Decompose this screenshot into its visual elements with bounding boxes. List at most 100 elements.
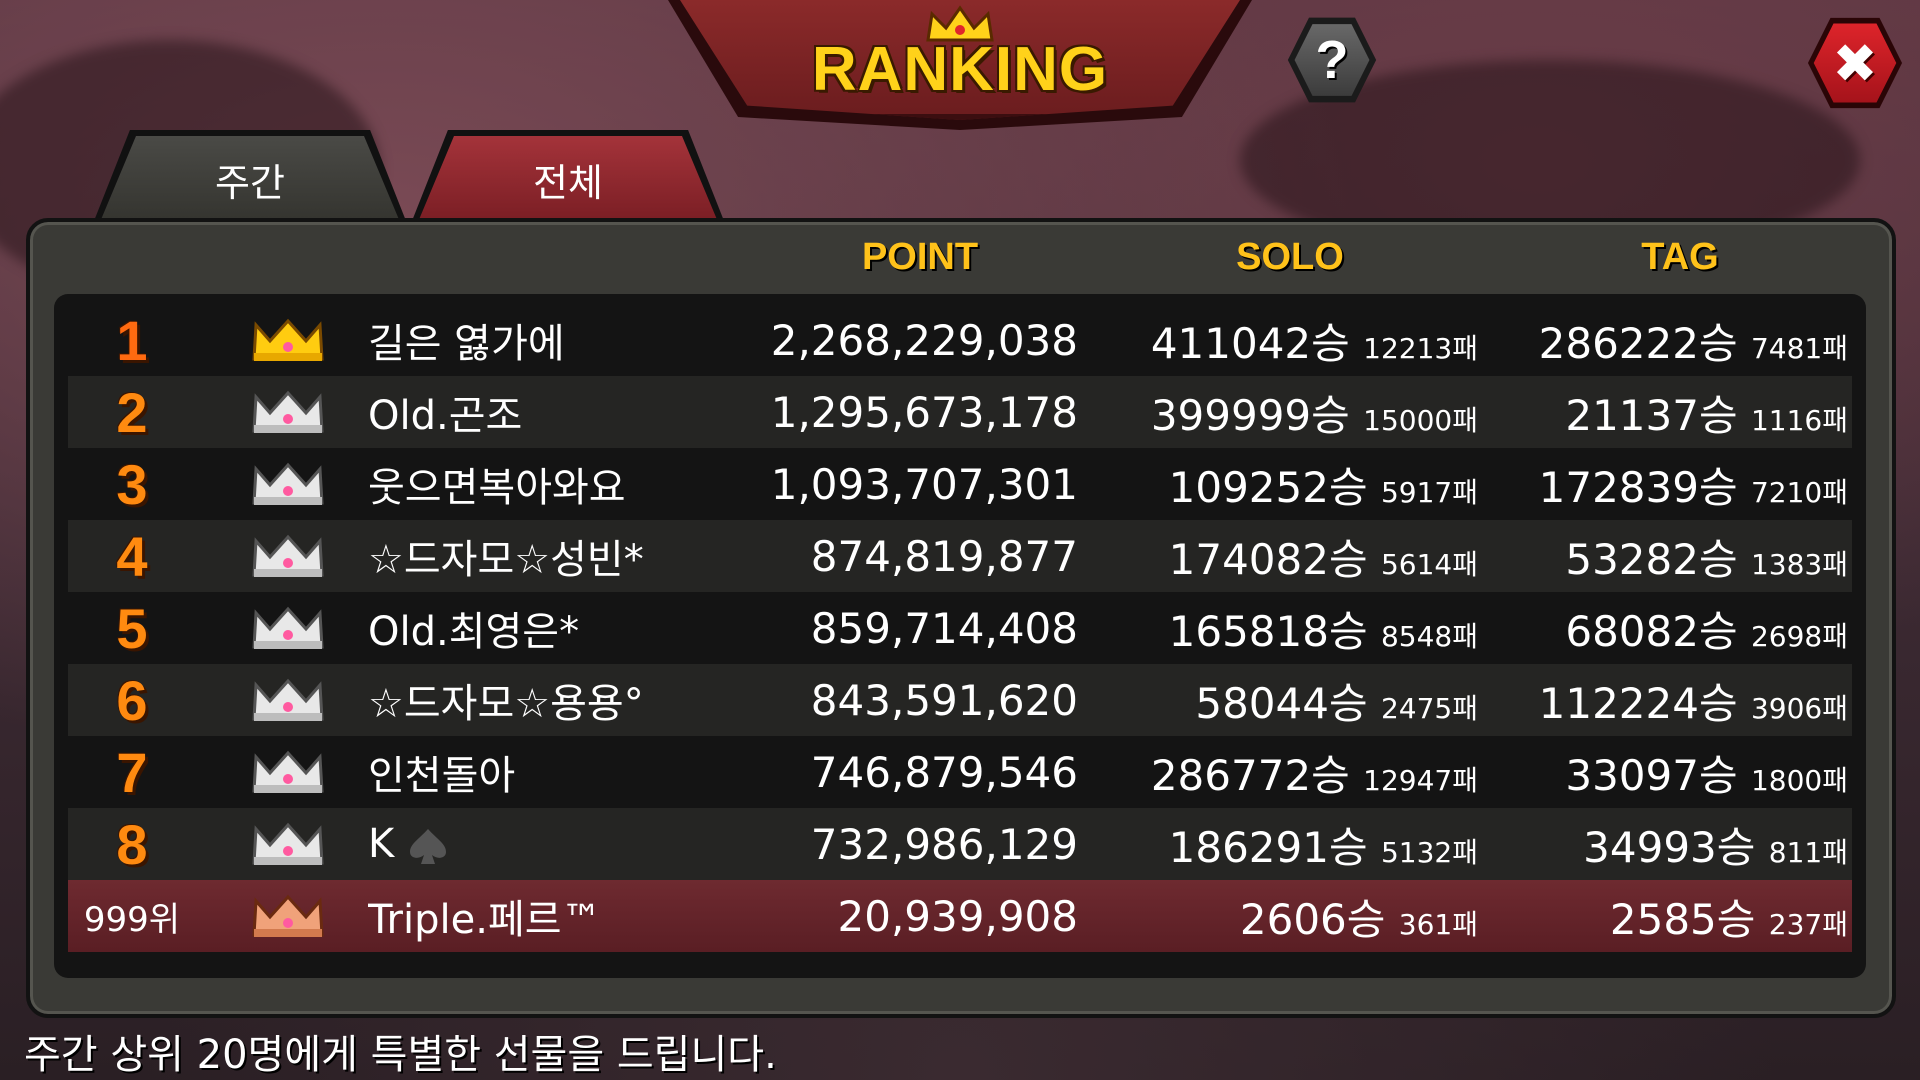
tag-record: 34993승 811패 [1478, 814, 1848, 875]
player-name: 길은 엻가에 [368, 321, 565, 367]
tag-wins: 34993승 [1583, 822, 1756, 872]
solo-wins: 286772승 [1150, 750, 1350, 800]
solo-record: 174082승 5614패 [1078, 526, 1478, 587]
solo-record: 58044승 2475패 [1078, 670, 1478, 731]
tag-record: 112224승 3906패 [1478, 670, 1848, 731]
silver-crown-icon [252, 750, 324, 793]
column-header-point: POINT [861, 236, 979, 278]
rank-number: 3 [116, 452, 148, 516]
player-name: K [368, 821, 728, 867]
player-name-text: K [368, 821, 395, 867]
rank-number: 4 [116, 524, 148, 588]
table-row[interactable]: 2 Old.곤조 1,295,673,178 399999승 15000패 21… [68, 376, 1852, 448]
solo-record: 186291승 5132패 [1078, 814, 1478, 875]
rank-number: 7 [116, 740, 148, 804]
table-row[interactable]: 3 웃으면복아와요 1,093,707,301 109252승 5917패 17… [68, 448, 1852, 520]
silver-crown-icon [252, 822, 324, 865]
point-value: 843,591,620 [810, 675, 1078, 725]
question-icon: ? [1294, 24, 1370, 96]
point-value: 1,093,707,301 [770, 459, 1078, 509]
solo-losses: 361패 [1398, 907, 1478, 941]
table-row[interactable]: 7 인천돌아 746,879,546 286772승 12947패 33097승… [68, 736, 1852, 808]
point-value: 2,268,229,038 [770, 315, 1078, 365]
solo-record: 165818승 8548패 [1078, 598, 1478, 659]
my-player-name: Triple.페르™ [368, 897, 602, 943]
player-name: ☆드자모☆용용° [368, 681, 644, 727]
tab-weekly[interactable]: 주간 [100, 136, 400, 222]
table-row[interactable]: 8 K 732,986,129 186291승 5132패 34993승 811… [68, 808, 1852, 880]
tag-wins: 68082승 [1565, 606, 1738, 656]
table-row[interactable]: 4 ☆드자모☆성빈* 874,819,877 174082승 5614패 532… [68, 520, 1852, 592]
tag-record: 33097승 1800패 [1478, 742, 1848, 803]
solo-losses: 12213패 [1363, 331, 1478, 365]
tag-record: 286222승 7481패 [1478, 310, 1848, 371]
tag-record: 172839승 7210패 [1478, 454, 1848, 515]
tag-losses: 811패 [1768, 835, 1848, 869]
tag-wins: 112224승 [1538, 678, 1738, 728]
tag-wins: 2585승 [1609, 894, 1756, 944]
solo-wins: 186291승 [1168, 822, 1368, 872]
tag-losses: 2698패 [1750, 619, 1848, 653]
my-point-value: 20,939,908 [837, 891, 1078, 941]
point-value: 732,986,129 [810, 819, 1078, 869]
my-solo-record: 2606승 361패 [1078, 886, 1478, 947]
tag-losses: 1800패 [1750, 763, 1848, 797]
tag-wins: 21137승 [1565, 390, 1738, 440]
point-value: 746,879,546 [810, 747, 1078, 797]
point-value: 874,819,877 [810, 531, 1078, 581]
tab-all[interactable]: 전체 [418, 136, 718, 222]
spade-icon [410, 829, 447, 864]
page-title: RANKING [811, 35, 1109, 104]
silver-crown-icon [252, 390, 324, 433]
solo-record: 399999승 15000패 [1078, 382, 1478, 443]
solo-wins: 174082승 [1168, 534, 1368, 584]
ranking-table: 1 길은 엻가에 2,268,229,038 411042승 12213패 28… [54, 294, 1866, 978]
solo-losses: 5917패 [1380, 475, 1478, 509]
solo-wins: 58044승 [1195, 678, 1368, 728]
solo-wins: 399999승 [1150, 390, 1350, 440]
table-row[interactable]: 1 길은 엻가에 2,268,229,038 411042승 12213패 28… [68, 304, 1852, 376]
solo-wins: 109252승 [1168, 462, 1368, 512]
player-name: ☆드자모☆성빈* [368, 537, 644, 583]
table-row[interactable]: 5 Old.최영은* 859,714,408 165818승 8548패 680… [68, 592, 1852, 664]
my-rank-row[interactable]: 999위 Triple.페르™ 20,939,908 2606승 361패 25… [68, 880, 1852, 952]
solo-losses: 15000패 [1363, 403, 1478, 437]
tag-record: 21137승 1116패 [1478, 382, 1848, 443]
tag-wins: 53282승 [1565, 534, 1738, 584]
solo-wins: 2606승 [1239, 894, 1386, 944]
solo-losses: 5614패 [1380, 547, 1478, 581]
tag-losses: 3906패 [1750, 691, 1848, 725]
solo-losses: 12947패 [1363, 763, 1478, 797]
gold-crown-icon [252, 318, 324, 361]
tag-wins: 286222승 [1538, 318, 1738, 368]
bronze-crown-icon [252, 894, 324, 937]
tag-wins: 172839승 [1538, 462, 1738, 512]
close-button[interactable]: ✖ [1807, 17, 1903, 109]
rank-number: 2 [116, 380, 148, 444]
column-header-solo: SOLO [1236, 236, 1344, 278]
rank-number: 6 [116, 668, 148, 732]
solo-losses: 8548패 [1380, 619, 1478, 653]
point-value: 859,714,408 [810, 603, 1078, 653]
solo-losses: 2475패 [1380, 691, 1478, 725]
solo-record: 286772승 12947패 [1078, 742, 1478, 803]
player-name: Old.최영은* [368, 609, 580, 655]
tag-losses: 7210패 [1750, 475, 1848, 509]
player-name: 웃으면복아와요 [368, 465, 626, 511]
player-name: 인천돌아 [368, 753, 516, 799]
silver-crown-icon [252, 678, 324, 721]
silver-crown-icon [252, 462, 324, 505]
solo-losses: 5132패 [1380, 835, 1478, 869]
reward-notice: 주간 상위 20명에게 특별한 선물을 드립니다. [24, 1032, 777, 1078]
player-name: Old.곤조 [368, 393, 523, 439]
rank-number: 5 [116, 596, 148, 660]
solo-wins: 165818승 [1168, 606, 1368, 656]
column-header-tag: TAG [1641, 236, 1719, 278]
table-row[interactable]: 6 ☆드자모☆용용° 843,591,620 58044승 2475패 1122… [68, 664, 1852, 736]
my-rank-number: 999위 [83, 899, 181, 940]
silver-crown-icon [252, 606, 324, 649]
tag-losses: 7481패 [1750, 331, 1848, 365]
tag-record: 68082승 2698패 [1478, 598, 1848, 659]
solo-record: 109252승 5917패 [1078, 454, 1478, 515]
tag-wins: 33097승 [1565, 750, 1738, 800]
